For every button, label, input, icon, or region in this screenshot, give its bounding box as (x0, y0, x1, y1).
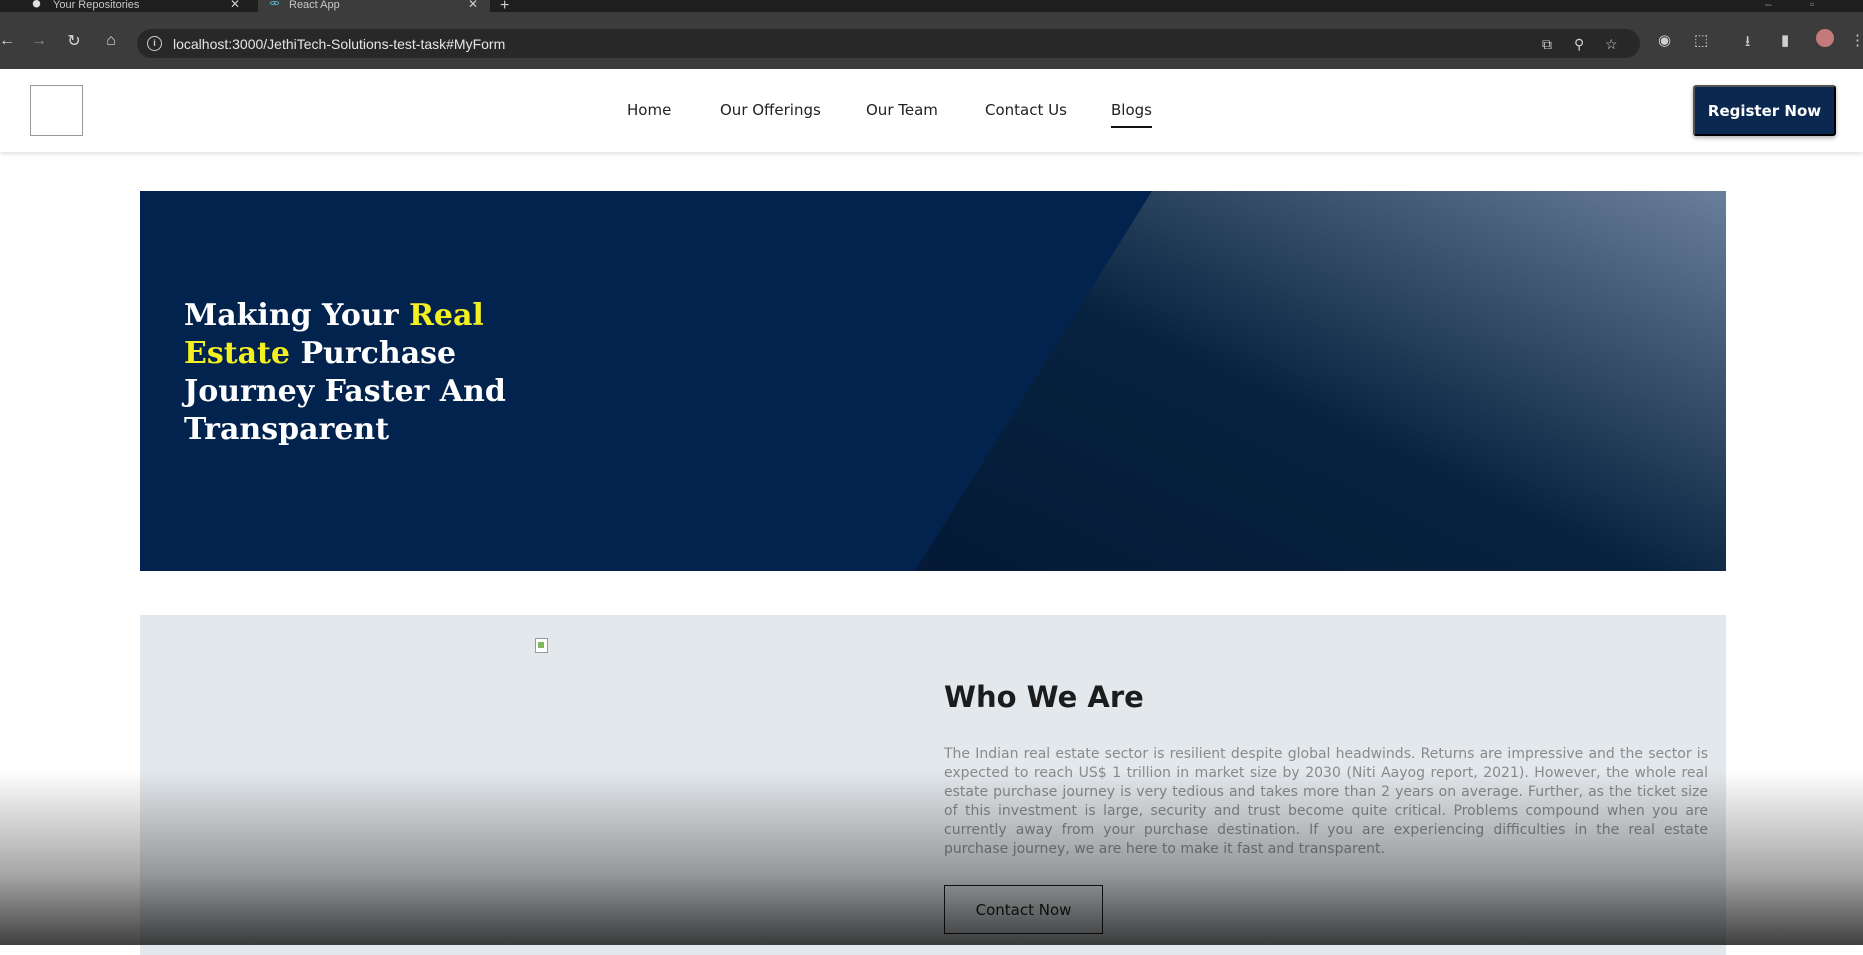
bookmark-star-icon[interactable]: ☆ (1605, 36, 1618, 53)
browser-toolbar: ← → ↻ ⌂ i localhost:3000/JethiTech-Solut… (0, 12, 1863, 69)
register-now-button[interactable]: Register Now (1693, 85, 1836, 136)
url-text[interactable]: localhost:3000/JethiTech-Solutions-test-… (173, 36, 505, 52)
tab-title: Your Repositories (53, 0, 140, 11)
extensions-icon[interactable]: ⬚ (1694, 31, 1708, 49)
section-title: Who We Are (944, 680, 1144, 714)
broken-image-icon (535, 638, 548, 653)
github-icon (32, 0, 41, 8)
nav-our-team[interactable]: Our Team (866, 101, 938, 119)
minimize-icon[interactable]: – (1765, 0, 1772, 11)
close-tab-icon[interactable]: ✕ (468, 0, 478, 10)
install-app-icon[interactable]: ⧉ (1542, 36, 1552, 53)
react-icon (269, 1, 280, 6)
close-tab-icon[interactable]: ✕ (230, 0, 240, 10)
site-logo[interactable] (30, 85, 83, 136)
browser-tab[interactable]: Your Repositories ✕ (18, 0, 250, 12)
site-header: Home Our Offerings Our Team Contact Us B… (0, 69, 1863, 152)
download-icon[interactable]: ⭳ (1745, 31, 1750, 56)
browser-tab-active[interactable]: React App ✕ (258, 0, 490, 12)
nav-our-offerings[interactable]: Our Offerings (720, 101, 821, 119)
address-bar[interactable]: i localhost:3000/JethiTech-Solutions-tes… (137, 29, 1640, 58)
browser-tab-strip: Your Repositories ✕ React App ✕ + – ▫ (0, 0, 1863, 14)
contact-now-button[interactable]: Contact Now (944, 885, 1103, 934)
profile-avatar[interactable] (1816, 29, 1834, 47)
nav-home[interactable]: Home (627, 101, 671, 119)
side-panel-icon[interactable]: ▮ (1781, 31, 1789, 49)
menu-icon[interactable]: ⋮ (1850, 31, 1863, 49)
hero-banner: Making Your Real Estate Purchase Journey… (140, 191, 1726, 571)
camera-icon[interactable]: ◉ (1658, 31, 1671, 49)
tab-title: React App (289, 0, 340, 11)
forward-icon[interactable]: → (26, 12, 52, 69)
home-icon[interactable]: ⌂ (98, 12, 124, 69)
zoom-icon[interactable]: ⚲ (1574, 36, 1584, 53)
nav-blogs[interactable]: Blogs (1111, 101, 1152, 128)
who-we-are-section: Who We Are The Indian real estate sector… (140, 615, 1726, 955)
maximize-icon[interactable]: ▫ (1810, 0, 1814, 11)
hero-title: Making Your Real Estate Purchase Journey… (184, 298, 506, 447)
nav-contact-us[interactable]: Contact Us (985, 101, 1067, 119)
reload-icon[interactable]: ↻ (61, 12, 87, 69)
site-info-icon[interactable]: i (147, 36, 162, 51)
section-description: The Indian real estate sector is resilie… (944, 746, 1708, 857)
back-icon[interactable]: ← (0, 12, 20, 69)
